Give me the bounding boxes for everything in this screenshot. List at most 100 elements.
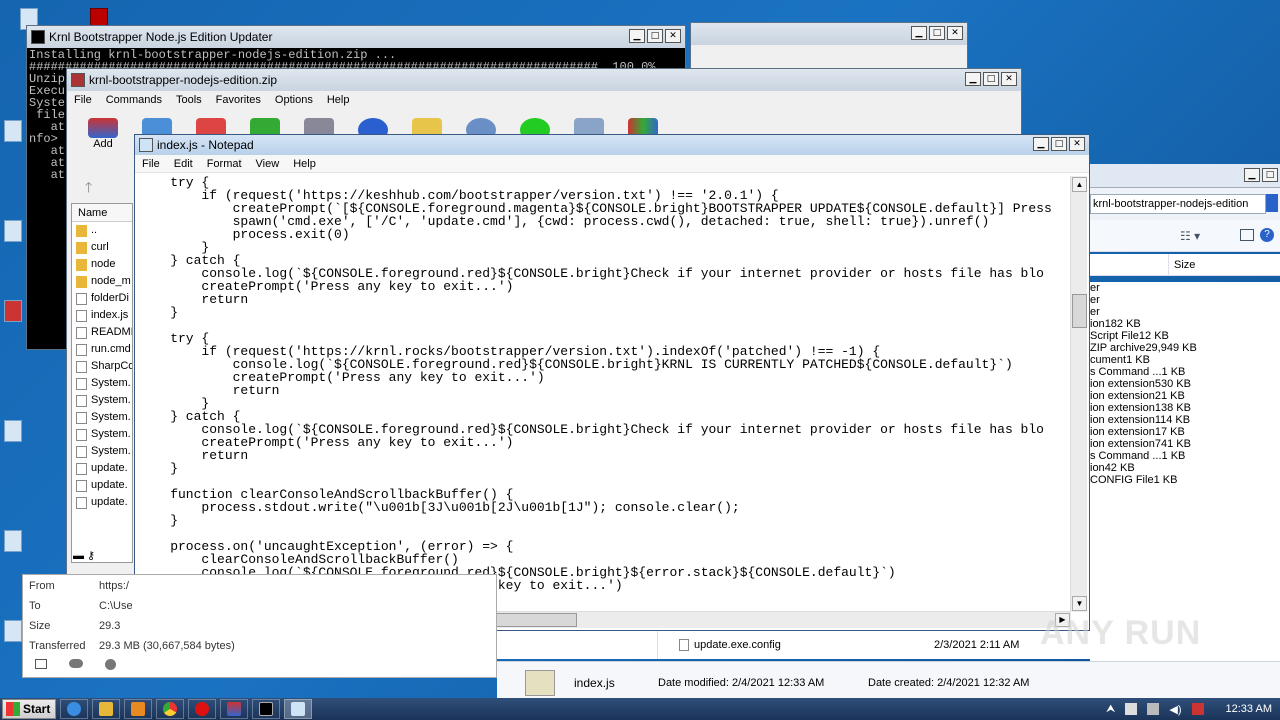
table-row[interactable]: ion182 KB xyxy=(1090,318,1280,330)
gear-icon[interactable] xyxy=(105,659,116,670)
explorer-titlebar[interactable]: ▁ □ xyxy=(1090,164,1280,188)
table-row[interactable]: CONFIG File1 KB xyxy=(1090,474,1280,486)
window-controls[interactable]: ▁ □ ✕ xyxy=(911,26,963,40)
menu-item-favorites[interactable]: Favorites xyxy=(209,94,268,106)
size-column-header[interactable]: Size xyxy=(1174,259,1195,271)
menu-item-file[interactable]: File xyxy=(135,158,167,170)
notepad-titlebar[interactable]: index.js - Notepad ▁ □ ✕ xyxy=(135,135,1089,155)
explorer-file-list[interactable]: er er er ion182 KB Script File12 KB ZIP archi… xyxy=(1090,282,1280,662)
background-window[interactable]: ▁ □ ✕ xyxy=(690,22,968,70)
list-item[interactable]: node xyxy=(72,256,132,273)
notepad-window[interactable]: index.js - Notepad ▁ □ ✕ File Edit Format Vie… xyxy=(134,134,1090,631)
table-row[interactable]: ion extension741 KB xyxy=(1090,438,1280,450)
background-window-titlebar[interactable]: ▁ □ ✕ xyxy=(691,23,967,45)
table-row[interactable]: ion extension17 KB xyxy=(1090,426,1280,438)
up-arrow-icon[interactable]: 🡑 xyxy=(85,177,92,201)
desktop-shortcut-icon[interactable] xyxy=(4,530,22,552)
menu-item-help[interactable]: Help xyxy=(286,158,323,170)
vertical-scrollbar[interactable]: ▲ ▼ xyxy=(1070,176,1087,612)
taskbar-ie[interactable] xyxy=(60,699,88,719)
menu-item-options[interactable]: Options xyxy=(268,94,320,106)
taskbar-notepad[interactable] xyxy=(284,699,312,719)
help-icon[interactable]: ? xyxy=(1260,228,1274,242)
list-item[interactable]: System. xyxy=(72,392,132,409)
winrar-file-list[interactable]: Name .. curl node node_m folderDi index.js REA… xyxy=(71,203,133,563)
winrar-titlebar[interactable]: krnl-bootstrapper-nodejs-edition.zip ▁ □ ✕ xyxy=(67,69,1021,91)
list-item[interactable]: System. xyxy=(72,409,132,426)
open-folder-icon[interactable] xyxy=(35,659,47,669)
table-row[interactable]: cument1 KB xyxy=(1090,354,1280,366)
taskbar-console[interactable] xyxy=(252,699,280,719)
table-row[interactable]: s Command ...1 KB xyxy=(1090,366,1280,378)
list-item[interactable]: folderDi xyxy=(72,290,132,307)
desktop-shortcut-icon[interactable] xyxy=(4,620,22,642)
list-item[interactable]: README xyxy=(72,324,132,341)
desktop-shortcut-icon[interactable] xyxy=(4,220,22,242)
security-icon[interactable] xyxy=(1191,703,1204,715)
maximize-icon[interactable]: □ xyxy=(929,26,945,40)
menu-item-help[interactable]: Help xyxy=(320,94,357,106)
volume-icon[interactable]: ◀) xyxy=(1169,703,1181,716)
list-item[interactable]: System. xyxy=(72,426,132,443)
table-row[interactable]: ion extension138 KB xyxy=(1090,402,1280,414)
clock[interactable]: 12:33 AM xyxy=(1226,703,1272,715)
network-icon[interactable] xyxy=(1147,703,1160,715)
drive-icon[interactable]: ▬ ⚷ xyxy=(73,549,95,562)
desktop-shortcut-icon[interactable] xyxy=(4,420,22,442)
menu-item-tools[interactable]: Tools xyxy=(169,94,209,106)
minimize-icon[interactable]: ▁ xyxy=(965,72,981,86)
list-item[interactable]: update. xyxy=(72,460,132,477)
vertical-scroll-thumb[interactable] xyxy=(1072,294,1087,328)
cloud-icon[interactable] xyxy=(69,659,83,668)
menu-item-commands[interactable]: Commands xyxy=(99,94,169,106)
table-row[interactable]: ZIP archive29,949 KB xyxy=(1090,342,1280,354)
taskbar-opera[interactable] xyxy=(188,699,216,719)
close-icon[interactable]: ✕ xyxy=(947,26,963,40)
preview-pane-icon[interactable] xyxy=(1240,229,1254,241)
list-item[interactable]: update. xyxy=(72,494,132,511)
list-item[interactable]: System. xyxy=(72,375,132,392)
table-row[interactable]: ion extension21 KB xyxy=(1090,390,1280,402)
taskbar-media[interactable] xyxy=(124,699,152,719)
close-icon[interactable]: ✕ xyxy=(1001,72,1017,86)
table-row[interactable]: s Command ...1 KB xyxy=(1090,450,1280,462)
tray-arrow-icon[interactable]: ⮝ xyxy=(1106,703,1115,716)
taskbar-chrome[interactable] xyxy=(156,699,184,719)
taskbar-winrar[interactable] xyxy=(220,699,248,719)
search-icon[interactable] xyxy=(1266,194,1278,212)
table-row[interactable]: ion extension530 KB xyxy=(1090,378,1280,390)
desktop-shortcut-icon[interactable] xyxy=(4,300,22,322)
minimize-icon[interactable]: ▁ xyxy=(629,29,645,43)
name-column-header[interactable]: Name xyxy=(72,204,132,222)
table-row[interactable]: ion extension114 KB xyxy=(1090,414,1280,426)
minimize-icon[interactable]: ▁ xyxy=(1033,137,1049,151)
notepad-editor[interactable]: try { if (request('https://keshhub.com/b… xyxy=(137,176,1071,612)
list-item[interactable]: SharpCo xyxy=(72,358,132,375)
start-button[interactable]: Start xyxy=(2,699,56,719)
maximize-icon[interactable]: □ xyxy=(983,72,999,86)
maximize-icon[interactable]: □ xyxy=(647,29,663,43)
close-icon[interactable]: ✕ xyxy=(665,29,681,43)
desktop-shortcut-icon[interactable] xyxy=(4,120,22,142)
taskbar-explorer[interactable] xyxy=(92,699,120,719)
table-row[interactable]: ion42 KB xyxy=(1090,462,1280,474)
explorer-path[interactable]: krnl-bootstrapper-nodejs-edition xyxy=(1090,194,1266,214)
list-item[interactable]: node_m xyxy=(72,273,132,290)
table-row[interactable]: er xyxy=(1090,294,1280,306)
flag-icon[interactable] xyxy=(1125,703,1138,715)
list-item[interactable]: curl xyxy=(72,239,132,256)
table-row[interactable]: er xyxy=(1090,306,1280,318)
list-item[interactable]: .. xyxy=(72,222,132,239)
list-item[interactable]: System. xyxy=(72,443,132,460)
maximize-icon[interactable]: □ xyxy=(1051,137,1067,151)
menu-item-file[interactable]: File xyxy=(67,94,99,106)
menu-item-format[interactable]: Format xyxy=(200,158,249,170)
list-item[interactable]: index.js xyxy=(72,307,132,324)
menu-item-edit[interactable]: Edit xyxy=(167,158,200,170)
list-item[interactable]: update. xyxy=(72,477,132,494)
explorer-last-row[interactable]: update.exe.config 2/3/2021 2:11 AM xyxy=(497,631,1090,659)
minimize-icon[interactable]: ▁ xyxy=(911,26,927,40)
scroll-down-icon[interactable]: ▼ xyxy=(1072,596,1087,611)
menu-item-view[interactable]: View xyxy=(249,158,287,170)
scroll-up-icon[interactable]: ▲ xyxy=(1072,177,1087,192)
